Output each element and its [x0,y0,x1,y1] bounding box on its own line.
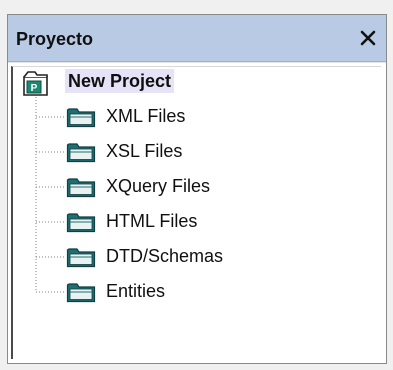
tree-root-label: New Project [65,69,175,93]
folder-icon [66,283,96,303]
close-button[interactable] [356,26,380,50]
svg-text:P: P [31,83,38,94]
folder-icon [66,178,96,198]
tree-item-label: HTML Files [106,211,198,231]
panel-title: Proyecto [16,29,94,49]
tree-item-label: XSL Files [106,141,183,161]
folder-icon [66,248,96,268]
tree-item-label: XML Files [106,106,186,126]
project-icon: P [23,71,48,96]
folder-icon [66,143,96,163]
project-panel: Proyecto P New Project XML Files XSL Fil… [7,14,387,364]
project-tree[interactable]: P New Project XML Files XSL Files XQuery… [8,62,386,363]
tree-item-label: Entities [106,281,166,301]
tree-item-label: DTD/Schemas [106,246,224,266]
close-icon [360,30,376,46]
page: Proyecto P New Project XML Files XSL Fil… [0,0,393,370]
folder-icon [66,213,96,233]
tree-item-label: XQuery Files [106,176,211,196]
folder-icon [66,108,96,128]
panel-title-bar[interactable]: Proyecto [8,15,386,62]
